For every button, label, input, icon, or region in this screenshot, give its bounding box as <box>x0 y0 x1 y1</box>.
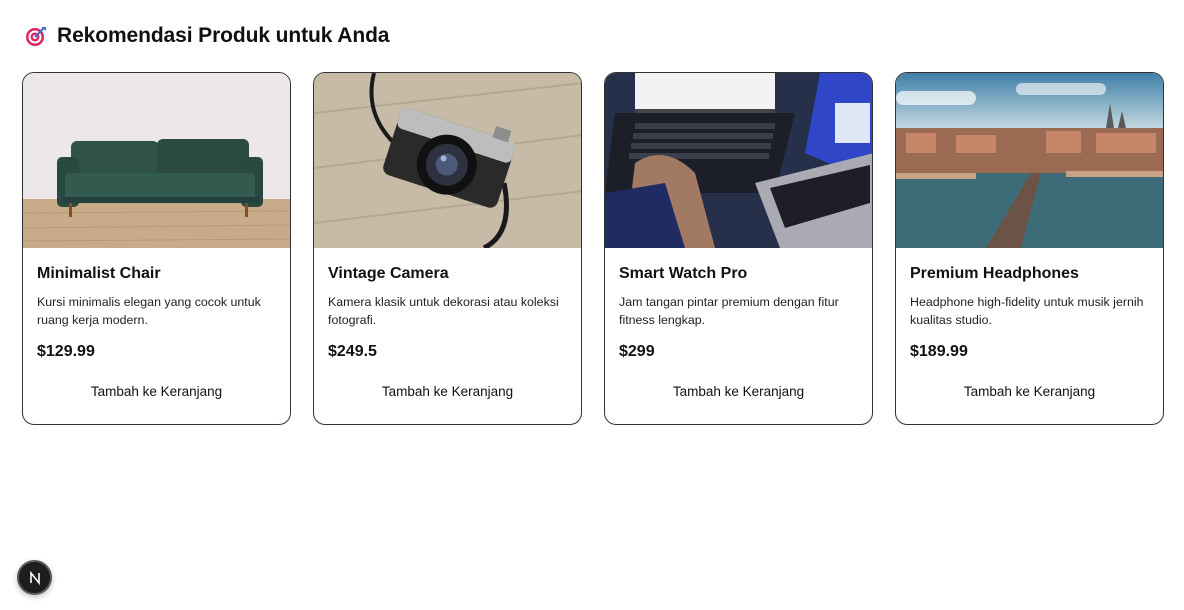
product-price: $129.99 <box>37 343 95 360</box>
add-to-cart-button[interactable]: Tambah ke Keranjang <box>910 380 1149 403</box>
product-description: Kamera klasik untuk dekorasi atau koleks… <box>328 295 559 327</box>
product-name: Premium Headphones <box>910 265 1079 282</box>
page-header: Rekomendasi Produk untuk Anda <box>25 24 389 48</box>
product-name: Smart Watch Pro <box>619 265 748 282</box>
product-description: Headphone high-fidelity untuk musik jern… <box>910 295 1144 327</box>
add-to-cart-button[interactable]: Tambah ke Keranjang <box>37 380 276 403</box>
product-card: Premium Headphones Headphone high-fideli… <box>895 72 1164 425</box>
product-image-city <box>896 73 1163 248</box>
product-price: $189.99 <box>910 343 968 360</box>
product-grid: Minimalist Chair Kursi minimalis elegan … <box>22 72 1164 425</box>
page-title: Rekomendasi Produk untuk Anda <box>57 24 390 47</box>
product-name: Minimalist Chair <box>37 265 161 282</box>
product-name: Vintage Camera <box>328 265 449 282</box>
product-card: Vintage Camera Kamera klasik untuk dekor… <box>313 72 582 425</box>
product-image-camera <box>314 73 581 248</box>
target-icon <box>25 25 47 47</box>
product-image-laptop <box>605 73 872 248</box>
add-to-cart-button[interactable]: Tambah ke Keranjang <box>619 380 858 403</box>
product-price: $249.5 <box>328 343 377 360</box>
product-description: Jam tangan pintar premium dengan fitur f… <box>619 295 839 327</box>
add-to-cart-button[interactable]: Tambah ke Keranjang <box>328 380 567 403</box>
product-description: Kursi minimalis elegan yang cocok untuk … <box>37 295 261 327</box>
product-card: Smart Watch Pro Jam tangan pintar premiu… <box>604 72 873 425</box>
nextjs-n-glyph <box>29 570 40 585</box>
nextjs-logo-icon[interactable] <box>17 560 52 595</box>
product-image-sofa <box>23 73 290 248</box>
product-price: $299 <box>619 343 655 360</box>
product-card: Minimalist Chair Kursi minimalis elegan … <box>22 72 291 425</box>
